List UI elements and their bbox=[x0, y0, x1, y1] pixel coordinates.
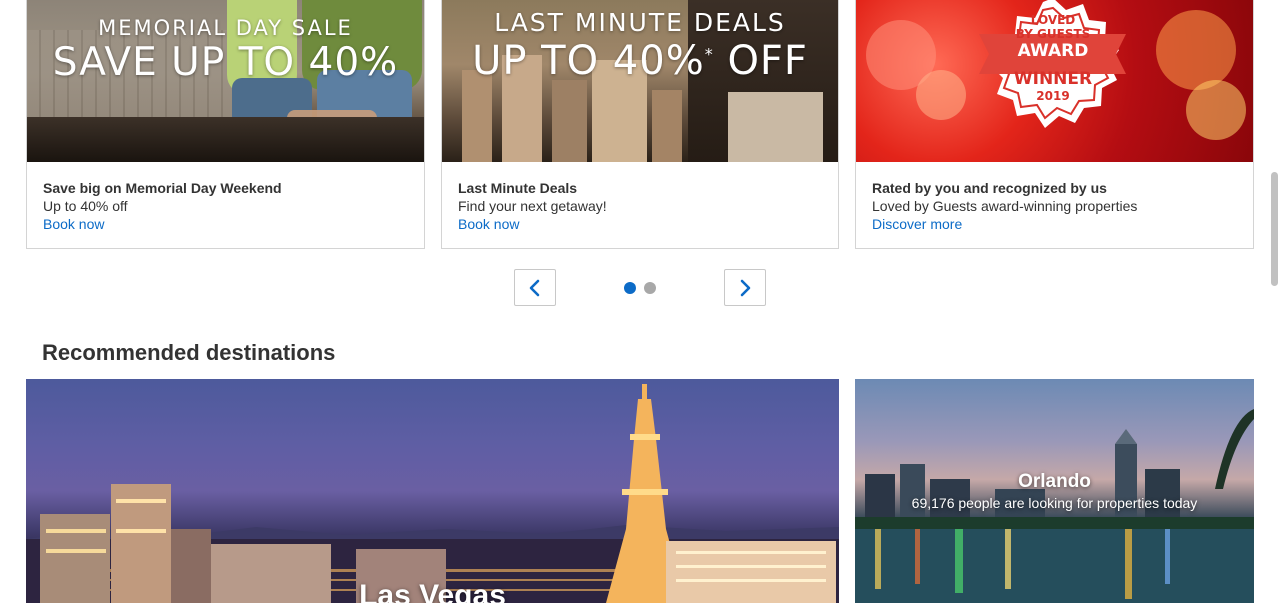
svg-text:LOVED: LOVED bbox=[1031, 13, 1076, 27]
discover-more-link[interactable]: Discover more bbox=[872, 215, 962, 233]
deal-title: Rated by you and recognized by us bbox=[872, 180, 1107, 196]
memorial-day-overlay-line2: SAVE UP TO 40% bbox=[52, 40, 399, 85]
memorial-day-image: MEMORIAL DAY SALE SAVE UP TO 40% bbox=[27, 0, 424, 162]
last-minute-overlay-line1: LAST MINUTE DEALS bbox=[494, 8, 786, 37]
deal-subtitle: Find your next getaway! bbox=[458, 198, 607, 214]
svg-text:WINNER: WINNER bbox=[1014, 69, 1092, 89]
deal-subtitle: Up to 40% off bbox=[43, 198, 128, 214]
svg-text:BY GUESTS: BY GUESTS bbox=[1016, 27, 1091, 41]
loved-by-guests-image: LOVED BY GUESTS AWARD WINNER 2019 bbox=[856, 0, 1253, 162]
svg-text:2019: 2019 bbox=[1036, 89, 1069, 103]
carousel-prev-button[interactable] bbox=[514, 269, 556, 306]
deal-card-last-minute[interactable]: LAST MINUTE DEALS UP TO 40%* OFF Last Mi… bbox=[441, 0, 839, 249]
destination-interest-note: 69,176 people are looking for properties… bbox=[911, 495, 1198, 511]
destination-name: Las Vegas bbox=[359, 579, 506, 603]
memorial-day-overlay-line1: MEMORIAL DAY SALE bbox=[98, 16, 353, 40]
last-minute-overlay-line2: UP TO 40%* OFF bbox=[472, 38, 808, 84]
las-vegas-skyline bbox=[26, 384, 839, 603]
deal-card-memorial-day[interactable]: MEMORIAL DAY SALE SAVE UP TO 40% Save bi… bbox=[26, 0, 425, 249]
page-scrollbar[interactable] bbox=[1271, 172, 1278, 286]
destination-card-orlando[interactable]: Orlando 69,176 people are looking for pr… bbox=[855, 379, 1254, 603]
destination-card-las-vegas[interactable]: Las Vegas bbox=[26, 379, 839, 603]
svg-text:AWARD: AWARD bbox=[1018, 41, 1089, 61]
recommended-destinations-heading: Recommended destinations bbox=[42, 340, 336, 365]
deal-title: Save big on Memorial Day Weekend bbox=[43, 180, 282, 196]
deal-card-loved-by-guests[interactable]: LOVED BY GUESTS AWARD WINNER 2019 Rated … bbox=[855, 0, 1254, 249]
chevron-left-icon bbox=[529, 279, 540, 296]
destination-name: Orlando bbox=[1018, 471, 1091, 492]
book-now-link[interactable]: Book now bbox=[458, 215, 519, 233]
book-now-link[interactable]: Book now bbox=[43, 215, 104, 233]
deal-subtitle: Loved by Guests award-winning properties bbox=[872, 198, 1138, 214]
award-badge-icon: LOVED BY GUESTS AWARD WINNER 2019 bbox=[979, 0, 1126, 128]
last-minute-deals-image: LAST MINUTE DEALS UP TO 40%* OFF bbox=[442, 0, 838, 162]
carousel-dot-1[interactable] bbox=[624, 282, 636, 294]
chevron-right-icon bbox=[740, 279, 751, 296]
deal-title: Last Minute Deals bbox=[458, 180, 578, 196]
carousel-next-button[interactable] bbox=[724, 269, 766, 306]
carousel-dot-2[interactable] bbox=[644, 282, 656, 294]
